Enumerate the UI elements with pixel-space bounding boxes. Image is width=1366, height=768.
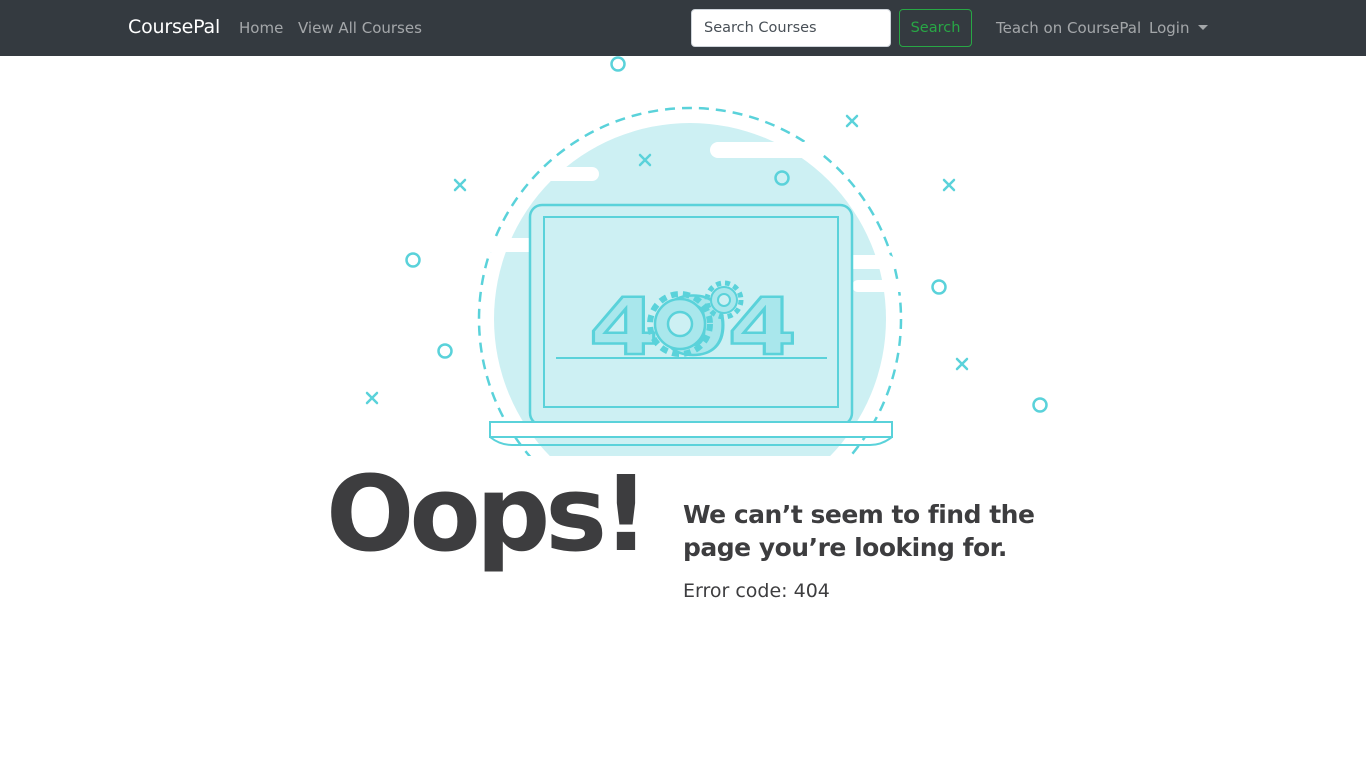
chevron-down-icon [1198, 25, 1209, 30]
search-button[interactable]: Search [899, 9, 972, 47]
error-message-line-1: We can’t seem to find the [683, 500, 1035, 529]
error-message-line-2: page you’re looking for. [683, 533, 1007, 562]
login-label: Login [1149, 19, 1190, 37]
search-courses-input[interactable] [691, 9, 891, 47]
teach-on-coursepal-link[interactable]: Teach on CoursePal [996, 19, 1141, 37]
404-laptop-illustration: 404 [365, 56, 1048, 456]
laptop-icon: 404 [489, 203, 893, 446]
small-gear-icon [704, 280, 744, 320]
oops-heading: Oops! [326, 453, 650, 575]
nav-home-link[interactable]: Home [239, 19, 283, 37]
nav-view-all-courses-link[interactable]: View All Courses [298, 19, 422, 37]
brand-logo-link[interactable]: CoursePal [128, 16, 220, 38]
top-navbar: CoursePal Home View All Courses Search T… [0, 0, 1366, 56]
error-code-text: Error code: 404 [683, 580, 830, 602]
login-dropdown-toggle[interactable]: Login [1149, 19, 1209, 37]
